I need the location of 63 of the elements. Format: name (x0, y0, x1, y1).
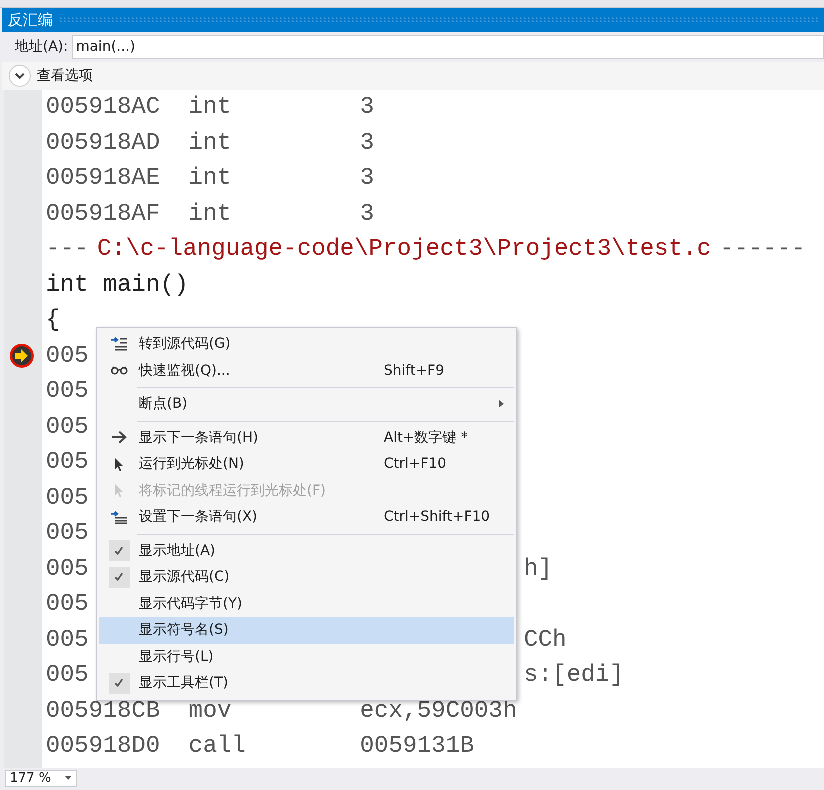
address-text: 005918AD (46, 130, 162, 157)
cursor-icon (114, 483, 124, 498)
glasses-icon (110, 366, 128, 376)
operand-text: 3 (360, 165, 374, 192)
address-text: 005 (46, 662, 89, 690)
separator-dashes: --- (46, 236, 89, 264)
menu-item[interactable]: 显示行号(L) (99, 644, 514, 670)
source-line: { (46, 307, 60, 334)
address-text: 005 (46, 449, 89, 476)
menu-item[interactable]: 设置下一条语句(X) Ctrl+Shift+F10 (99, 504, 514, 530)
operand-text: 3 (360, 200, 374, 228)
indent-arrow-icon (111, 337, 127, 352)
expand-button[interactable] (9, 65, 31, 87)
operand-text: 0059131B (360, 733, 474, 760)
mnemonic-text: int (188, 130, 233, 157)
operand-text: ecx,59C003h (360, 698, 518, 725)
window-title: 反汇编 (8, 10, 53, 30)
chevron-icon (14, 72, 26, 80)
operand-text: 3 (360, 130, 374, 157)
set-next-icon (111, 510, 127, 524)
operand-text: h] (524, 556, 554, 583)
menu-item[interactable]: 断点(B) (99, 391, 514, 418)
arrow-icon (111, 431, 127, 444)
source-line: int main() (46, 272, 189, 299)
menu-item[interactable]: 转到源代码(G) (99, 331, 514, 358)
address-text: 005 (46, 591, 89, 618)
zoom-dropdown[interactable]: 177 % (5, 770, 77, 786)
operand-text: 3 (360, 94, 374, 122)
address-text: 005 (46, 378, 89, 406)
address-text: 005 (46, 520, 89, 548)
operand-text: s:[edi] (524, 662, 625, 690)
menu-item[interactable]: 运行到光标处(N) Ctrl+F10 (99, 451, 514, 478)
submenu-arrow-icon (499, 400, 504, 408)
menu-item[interactable]: 显示符号名(S) (99, 617, 514, 644)
menu-item[interactable]: 显示地址(A) (99, 538, 514, 564)
address-text: 005 (46, 342, 89, 370)
menu-item[interactable]: 显示源代码(C) (99, 564, 514, 590)
mnemonic-text: mov (188, 698, 233, 725)
address-text: 005 (46, 484, 89, 512)
menu-item[interactable]: 显示工具栏(T) (99, 670, 514, 696)
cursor-icon (114, 456, 124, 472)
address-text: 005918AC (46, 94, 162, 122)
separator-dashes: ------ (720, 236, 806, 264)
mnemonic-text: int (188, 94, 233, 122)
address-text: 005 (46, 414, 89, 441)
address-label: 地址(A): (15, 38, 68, 56)
view-options-label: 查看选项 (37, 67, 93, 85)
mnemonic-text: int (188, 165, 233, 192)
source-path: C:\c-language-code\Project3\Project3\test.c (97, 236, 712, 264)
address-text: 005 (46, 626, 89, 654)
caret-icon (65, 776, 72, 780)
address-text: 005918D0 (46, 733, 162, 760)
menu-item[interactable]: 快速监视(Q)... Shift+F9 (99, 358, 514, 384)
address-text: 005 (46, 556, 89, 583)
address-text: 005918AF (46, 200, 162, 228)
menu-item[interactable]: 显示代码字节(Y) (99, 590, 514, 617)
mnemonic-text: call (188, 733, 247, 760)
menu-item[interactable]: 显示下一条语句(H) Alt+数字键 * (99, 424, 514, 451)
operand-text: CCh (524, 626, 568, 654)
address-text: 005918CB (46, 698, 162, 725)
address-field[interactable]: main(...) (72, 35, 824, 59)
mnemonic-text: int (188, 200, 233, 228)
address-text: 005918AE (46, 165, 162, 192)
